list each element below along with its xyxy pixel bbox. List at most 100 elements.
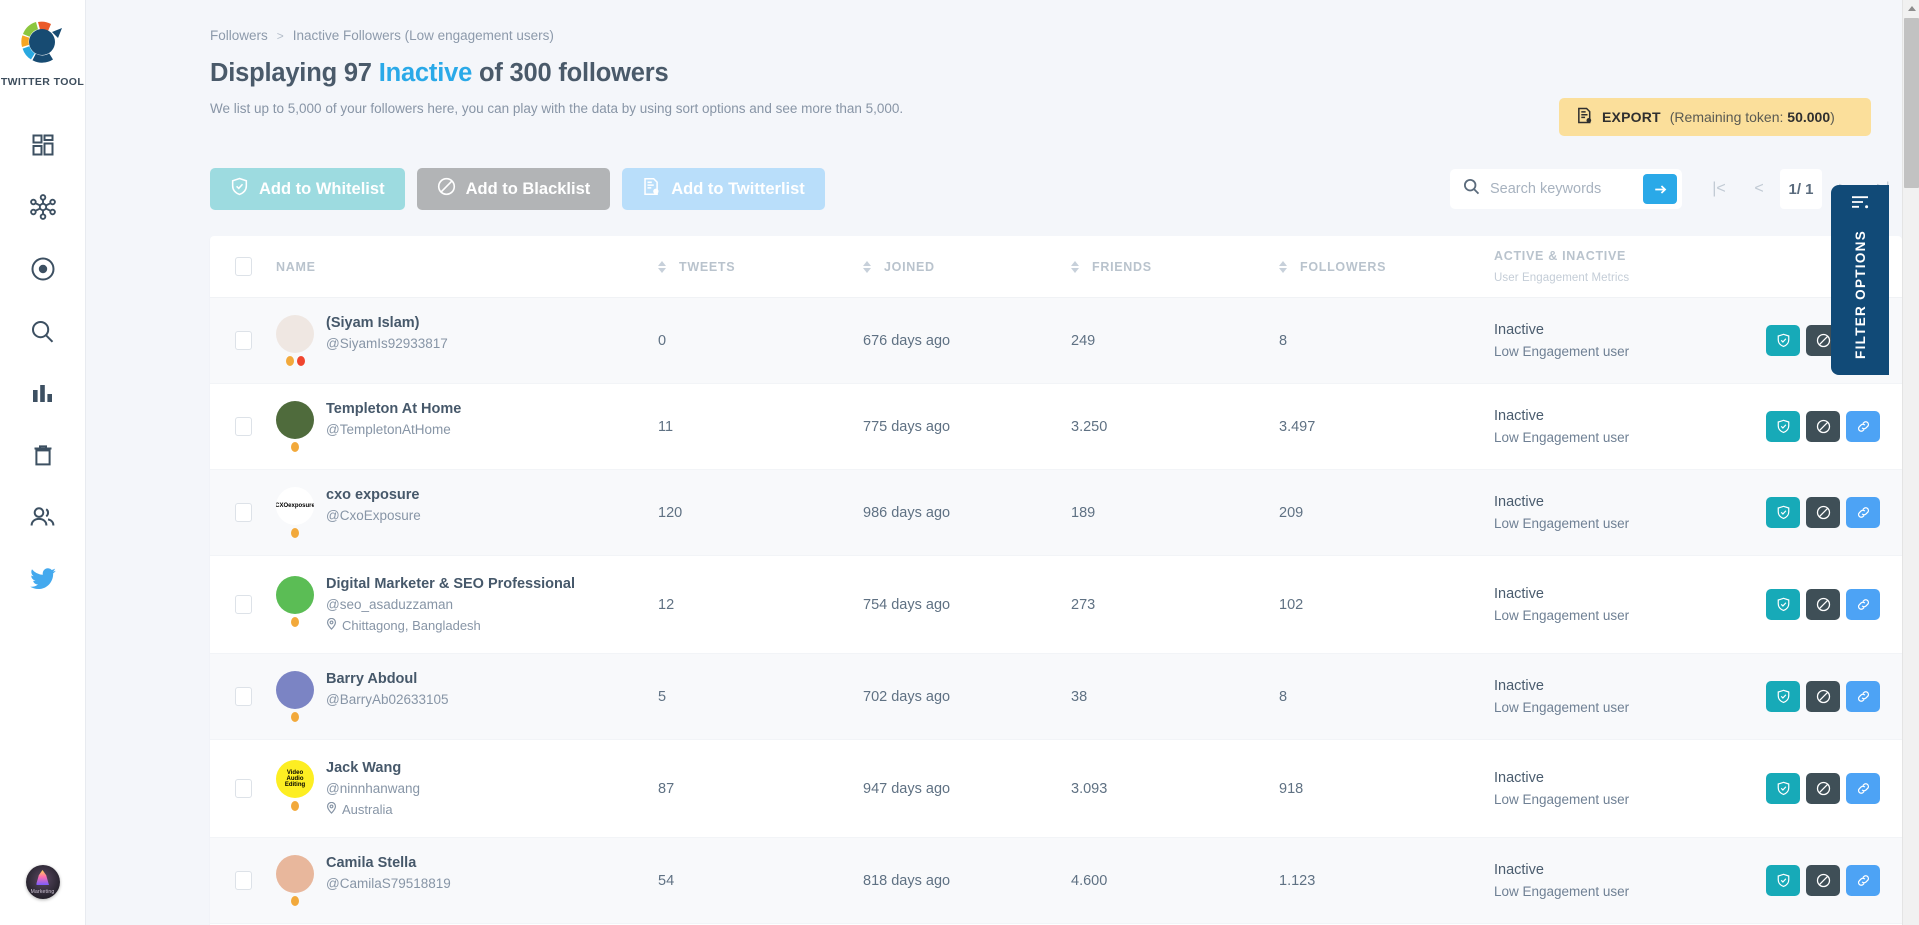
export-button[interactable]: EXPORT (Remaining token: 50.000) [1559, 98, 1871, 136]
user-name[interactable]: Templeton At Home [326, 401, 461, 417]
row-whitelist-button[interactable] [1766, 681, 1800, 712]
user-avatar[interactable] [276, 576, 314, 614]
row-link-button[interactable] [1846, 411, 1880, 442]
avatar-wrap [276, 671, 314, 722]
column-header-followers[interactable]: FOLLOWERS [1279, 260, 1494, 274]
column-header-tweets[interactable]: TWEETS [658, 260, 863, 274]
sidebar-item-twitter[interactable] [0, 548, 85, 610]
row-checkbox[interactable] [234, 779, 252, 798]
sidebar-item-search[interactable] [0, 300, 85, 362]
row-blacklist-button[interactable] [1806, 773, 1840, 804]
row-checkbox[interactable] [234, 331, 252, 350]
sidebar-item-dashboard[interactable] [0, 114, 85, 176]
user-name[interactable]: (Siyam Islam) [326, 315, 448, 331]
row-link-button[interactable] [1846, 497, 1880, 528]
row-blacklist-button[interactable] [1806, 411, 1840, 442]
engagement-dots [276, 356, 314, 366]
cell-joined: 947 days ago [863, 780, 951, 797]
table-row[interactable]: Video Audio Editing Jack Wang @ninnhanwang… [210, 740, 1902, 838]
row-blacklist-button[interactable] [1806, 589, 1840, 620]
scroll-up-arrow[interactable] [1903, 0, 1919, 17]
pagination-prev[interactable]: < [1740, 169, 1778, 209]
search-submit-button[interactable] [1643, 174, 1677, 204]
sort-icon-followers[interactable] [1279, 260, 1287, 273]
row-checkbox[interactable] [234, 417, 252, 436]
row-checkbox[interactable] [234, 595, 252, 614]
row-whitelist-button[interactable] [1766, 589, 1800, 620]
user-avatar[interactable] [276, 671, 314, 709]
row-link-button[interactable] [1846, 589, 1880, 620]
scrollbar-thumb[interactable] [1904, 18, 1919, 188]
avatar-wrap [276, 576, 314, 627]
row-blacklist-button[interactable] [1806, 681, 1840, 712]
user-name[interactable]: Camila Stella [326, 855, 451, 871]
column-header-joined[interactable]: JOINED [863, 260, 1071, 274]
row-checkbox[interactable] [234, 871, 252, 890]
row-blacklist-button[interactable] [1806, 497, 1840, 528]
row-link-button[interactable] [1846, 681, 1880, 712]
table-row[interactable]: Camila Stella @CamilaS79518819 54 818 da… [210, 838, 1902, 924]
user-avatar[interactable]: Video Audio Editing [276, 760, 314, 798]
table-row[interactable]: (Siyam Islam) @SiyamIs92933817 0 676 day… [210, 298, 1902, 384]
user-avatar[interactable] [276, 855, 314, 893]
status-dot [291, 712, 299, 722]
cell-joined: 702 days ago [863, 688, 951, 705]
sort-icon-joined[interactable] [863, 260, 871, 273]
user-name[interactable]: cxo exposure [326, 487, 421, 503]
column-header-friends[interactable]: FRIENDS [1071, 260, 1279, 274]
sidebar-item-network[interactable] [0, 176, 85, 238]
row-select-cell [210, 417, 276, 436]
row-whitelist-button[interactable] [1766, 325, 1800, 356]
row-link-button[interactable] [1846, 865, 1880, 896]
table-row[interactable]: Barry Abdoul @BarryAb02633105 5 702 days… [210, 654, 1902, 740]
user-handle[interactable]: @CxoExposure [326, 508, 421, 523]
avatar-wrap: Video Audio Editing [276, 760, 314, 811]
filter-options-tab[interactable]: FILTER OPTIONS [1831, 185, 1889, 375]
breadcrumb-root[interactable]: Followers [210, 28, 268, 43]
user-handle[interactable]: @TempletonAtHome [326, 422, 461, 437]
user-name[interactable]: Barry Abdoul [326, 671, 449, 687]
user-avatar[interactable] [276, 315, 314, 353]
row-whitelist-button[interactable] [1766, 865, 1800, 896]
user-handle[interactable]: @CamilaS79518819 [326, 876, 451, 891]
add-to-whitelist-label: Add to Whitelist [259, 179, 385, 198]
user-handle[interactable]: @SiyamIs92933817 [326, 336, 448, 351]
add-to-whitelist-button[interactable]: Add to Whitelist [210, 168, 405, 210]
search-input[interactable] [1490, 181, 1643, 197]
row-whitelist-button[interactable] [1766, 773, 1800, 804]
row-checkbox[interactable] [234, 687, 252, 706]
user-name[interactable]: Digital Marketer & SEO Professional [326, 576, 575, 592]
sidebar-item-analytics[interactable] [0, 362, 85, 424]
avatar[interactable]: Marketing [25, 865, 60, 899]
pagination-first[interactable]: |< [1700, 169, 1738, 209]
row-whitelist-button[interactable] [1766, 411, 1800, 442]
select-all-checkbox[interactable] [234, 257, 252, 276]
search-box[interactable] [1450, 169, 1682, 209]
column-header-name[interactable]: NAME [276, 260, 658, 274]
avatar-wrap [276, 401, 314, 452]
user-name[interactable]: Jack Wang [326, 760, 420, 776]
sidebar-item-trash[interactable] [0, 424, 85, 486]
add-to-twitterlist-button[interactable]: Add to Twitterlist [622, 168, 825, 210]
add-to-blacklist-button[interactable]: Add to Blacklist [416, 168, 611, 210]
user-handle[interactable]: @BarryAb02633105 [326, 692, 449, 707]
row-blacklist-button[interactable] [1806, 865, 1840, 896]
sort-icon-friends[interactable] [1071, 260, 1079, 273]
table-row[interactable]: Templeton At Home @TempletonAtHome 11 77… [210, 384, 1902, 470]
row-whitelist-button[interactable] [1766, 497, 1800, 528]
table-row[interactable]: CXOexposure cxo exposure @CxoExposure 12… [210, 470, 1902, 556]
row-checkbox[interactable] [234, 503, 252, 522]
table-body: (Siyam Islam) @SiyamIs92933817 0 676 day… [210, 298, 1902, 925]
table-row[interactable]: Digital Marketer & SEO Professional @seo… [210, 556, 1902, 654]
account-avatar[interactable]: Marketing [0, 865, 85, 899]
user-handle[interactable]: @seo_asaduzzaman [326, 597, 575, 612]
status-badge: Inactive [1494, 322, 1544, 338]
user-handle[interactable]: @ninnhanwang [326, 781, 420, 796]
sort-icon-tweets[interactable] [658, 260, 666, 273]
user-avatar[interactable] [276, 401, 314, 439]
user-avatar[interactable]: CXOexposure [276, 487, 314, 525]
sidebar-item-followers[interactable] [0, 486, 85, 548]
sidebar-item-target[interactable] [0, 238, 85, 300]
row-link-button[interactable] [1846, 773, 1880, 804]
vertical-scrollbar[interactable] [1902, 0, 1919, 925]
